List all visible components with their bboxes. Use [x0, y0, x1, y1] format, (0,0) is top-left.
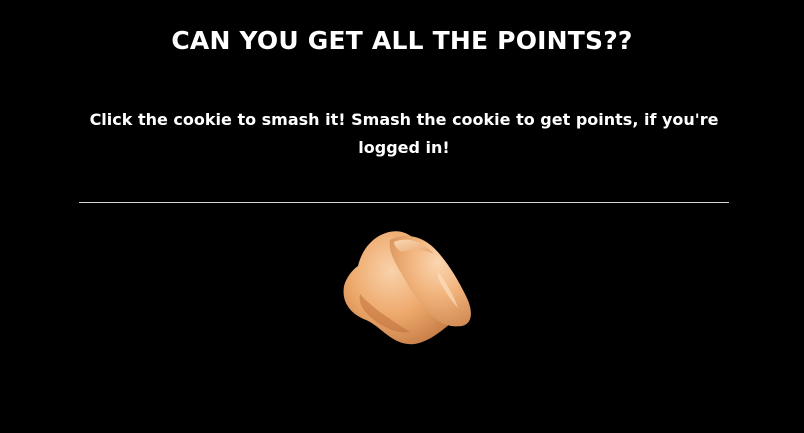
instructions-text: Click the cookie to smash it! Smash the … [89, 110, 719, 157]
fortune-cookie-button[interactable] [330, 222, 480, 352]
divider [79, 202, 729, 203]
fortune-cookie-icon [343, 231, 471, 345]
page-title: CAN YOU GET ALL THE POINTS?? [171, 26, 633, 55]
